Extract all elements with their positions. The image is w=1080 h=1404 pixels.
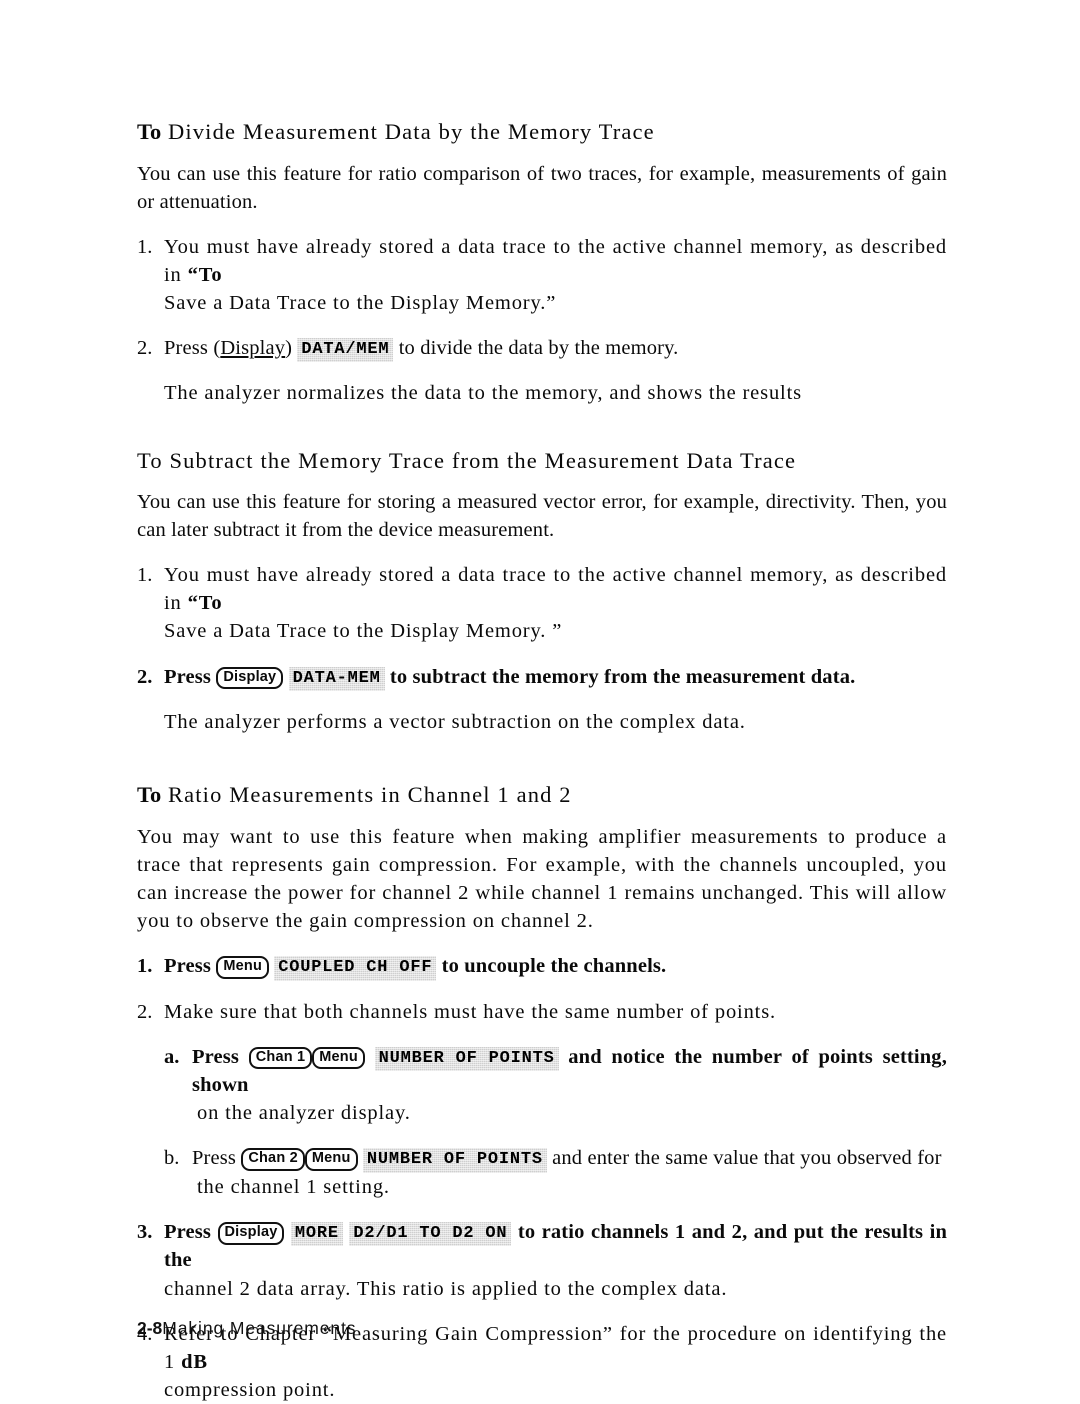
- section-2-heading-text: To Subtract the Memory Trace from the Me…: [137, 447, 797, 473]
- section-2: To Subtract the Memory Trace from the Me…: [137, 448, 947, 475]
- section-3-heading-text: Ratio Measurements in Channel 1 and 2: [167, 782, 572, 808]
- step-tail: to uncouple the channels.: [441, 954, 667, 977]
- page-footer: 2-8Making Measurements: [137, 1318, 356, 1339]
- section-3: To Ratio Measurements in Channel 1 and 2: [137, 782, 947, 809]
- press-label: Press: [192, 1045, 240, 1068]
- step-tail: to divide the data by the memory.: [398, 336, 679, 359]
- section-3-step-2: 2. Make sure that both channels must have…: [137, 998, 947, 1026]
- press-label: Press: [164, 1220, 212, 1243]
- softkey-data-minus-mem[interactable]: DATA-MEM: [289, 667, 385, 692]
- hardkey-display[interactable]: Display: [216, 666, 284, 690]
- hardkey-menu[interactable]: Menu: [304, 1148, 358, 1171]
- section-1-step-1: 1. You must have already stored a data tr…: [137, 233, 947, 317]
- section-3-substep-a: a. Press Chan 1 Menu NUMBER OF POINTS and …: [164, 1043, 947, 1128]
- section-3-substep-b: b. Press Chan 2 Menu NUMBER OF POINTS and …: [164, 1144, 947, 1201]
- step-text: You must have already stored a data trac…: [164, 564, 947, 615]
- step-text: You must have already stored a data trac…: [164, 235, 947, 286]
- step-continuation: on the analyzer display.: [197, 1102, 411, 1125]
- step-tail: to subtract the memory from the measurem…: [389, 665, 856, 688]
- section-1-heading: To Divide Measurement Data by the Memory…: [137, 119, 947, 146]
- softkey-number-of-points[interactable]: NUMBER OF POINTS: [363, 1148, 547, 1173]
- hardkey-display[interactable]: (Display): [213, 337, 292, 359]
- page-content: To Divide Measurement Data by the Memory…: [137, 119, 947, 1404]
- list-marker: 2.: [137, 1000, 153, 1023]
- section-2-note: The analyzer performs a vector subtracti…: [164, 711, 746, 734]
- list-marker: a.: [164, 1045, 180, 1068]
- softkey-more[interactable]: MORE: [291, 1222, 343, 1247]
- unit-db: dB: [181, 1350, 208, 1373]
- section-3-step-1: 1. Press Menu COUPLED CH OFF to uncouple …: [137, 952, 947, 981]
- list-marker: b.: [164, 1147, 180, 1170]
- section-2-step-2: 2. Press Display DATA-MEM to subtract the…: [137, 663, 947, 692]
- section-1-heading-text: Divide Measurement Data by the Memory Tr…: [167, 119, 655, 144]
- section-2-intro: You can use this feature for storing a m…: [137, 491, 947, 542]
- section-1: To Divide Measurement Data by the Memory…: [137, 119, 947, 146]
- hardkey-chan-2[interactable]: Chan 2: [241, 1148, 305, 1171]
- section-3-intro: You may want to use this feature when ma…: [137, 825, 947, 932]
- step-continuation: channel 2 data array. This ratio is appl…: [164, 1277, 728, 1300]
- section-3-heading-prefix: To: [137, 782, 162, 808]
- step-continuation: compression point.: [164, 1378, 336, 1401]
- hardkey-menu[interactable]: Menu: [216, 955, 270, 979]
- softkey-coupled-ch-off[interactable]: COUPLED CH OFF: [274, 956, 436, 981]
- footer-title: Making Measurements: [162, 1318, 357, 1338]
- list-marker: 2.: [137, 336, 153, 359]
- press-label: Press: [164, 665, 212, 688]
- softkey-d2-d1-to-d2-on[interactable]: D2/D1 TO D2 ON: [349, 1222, 511, 1247]
- footer-page-number: 2-8: [137, 1318, 163, 1338]
- section-1-step-2: 2. Press (Display) DATA/MEM to divide the…: [137, 334, 947, 363]
- list-marker: 1.: [137, 954, 153, 977]
- softkey-data-mem[interactable]: DATA/MEM: [297, 338, 393, 363]
- section-3-step-3: 3. Press Display MORE D2/D1 TO D2 ON to r…: [137, 1218, 947, 1303]
- list-marker: 3.: [137, 1220, 153, 1243]
- step-continuation: Save a Data Trace to the Display Memory.…: [164, 291, 557, 314]
- step-text: Make sure that both channels must have t…: [164, 1000, 777, 1023]
- hardkey-label: Display: [220, 336, 286, 359]
- press-label: Press: [164, 336, 209, 359]
- section-1-heading-prefix: To: [137, 119, 162, 144]
- document-page: To Divide Measurement Data by the Memory…: [0, 0, 1080, 1402]
- step-continuation: the channel 1 setting.: [197, 1175, 390, 1198]
- quoted-title-open: “To: [187, 263, 223, 286]
- press-label: Press: [192, 1147, 237, 1170]
- hardkey-chan-1[interactable]: Chan 1: [248, 1046, 313, 1070]
- section-3-heading: To Ratio Measurements in Channel 1 and 2: [137, 782, 947, 809]
- hardkey-display[interactable]: Display: [217, 1221, 285, 1245]
- section-1-intro: You can use this feature for ratio compa…: [137, 162, 947, 213]
- section-1-note: The analyzer normalizes the data to the …: [164, 382, 802, 405]
- softkey-number-of-points[interactable]: NUMBER OF POINTS: [375, 1047, 559, 1072]
- list-marker: 1.: [137, 564, 153, 587]
- section-2-heading: To Subtract the Memory Trace from the Me…: [137, 448, 947, 475]
- press-label: Press: [164, 954, 212, 977]
- list-marker: 2.: [137, 665, 153, 688]
- step-continuation: Save a Data Trace to the Display Memory.…: [164, 620, 563, 643]
- section-2-step-1: 1. You must have already stored a data tr…: [137, 561, 947, 645]
- hardkey-menu[interactable]: Menu: [312, 1046, 365, 1070]
- list-marker: 1.: [137, 235, 153, 258]
- step-tail: and enter the same value that you observ…: [552, 1147, 942, 1170]
- quoted-title-open: “To: [187, 592, 223, 615]
